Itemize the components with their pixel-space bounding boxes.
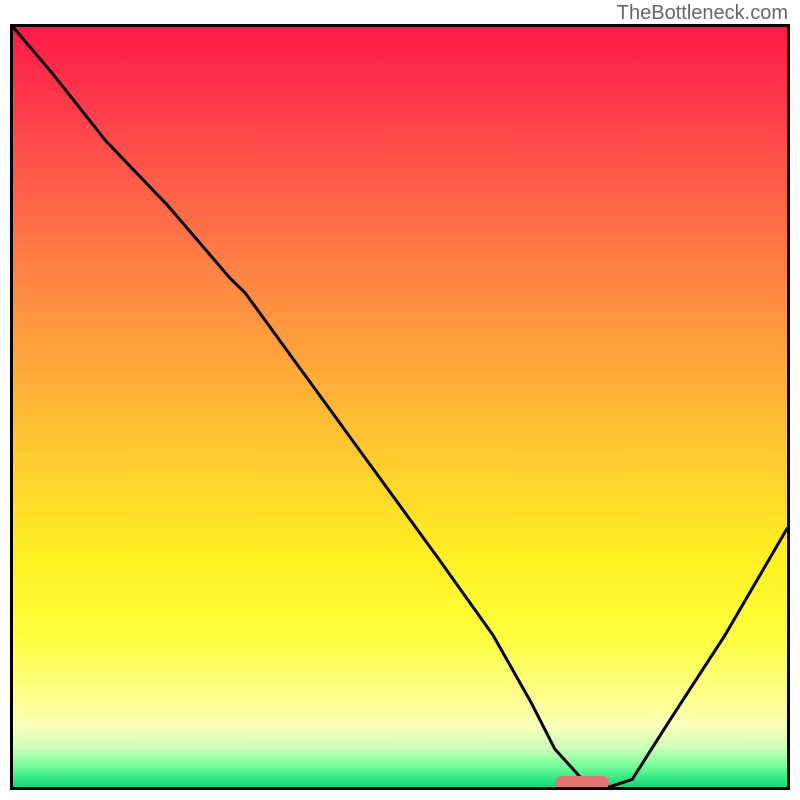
curve-svg (13, 27, 787, 787)
watermark-text: TheBottleneck.com (617, 2, 788, 25)
plot-area (10, 24, 790, 790)
optimal-marker (555, 776, 609, 790)
bottleneck-curve (13, 27, 787, 787)
chart-container: TheBottleneck.com (0, 0, 800, 800)
